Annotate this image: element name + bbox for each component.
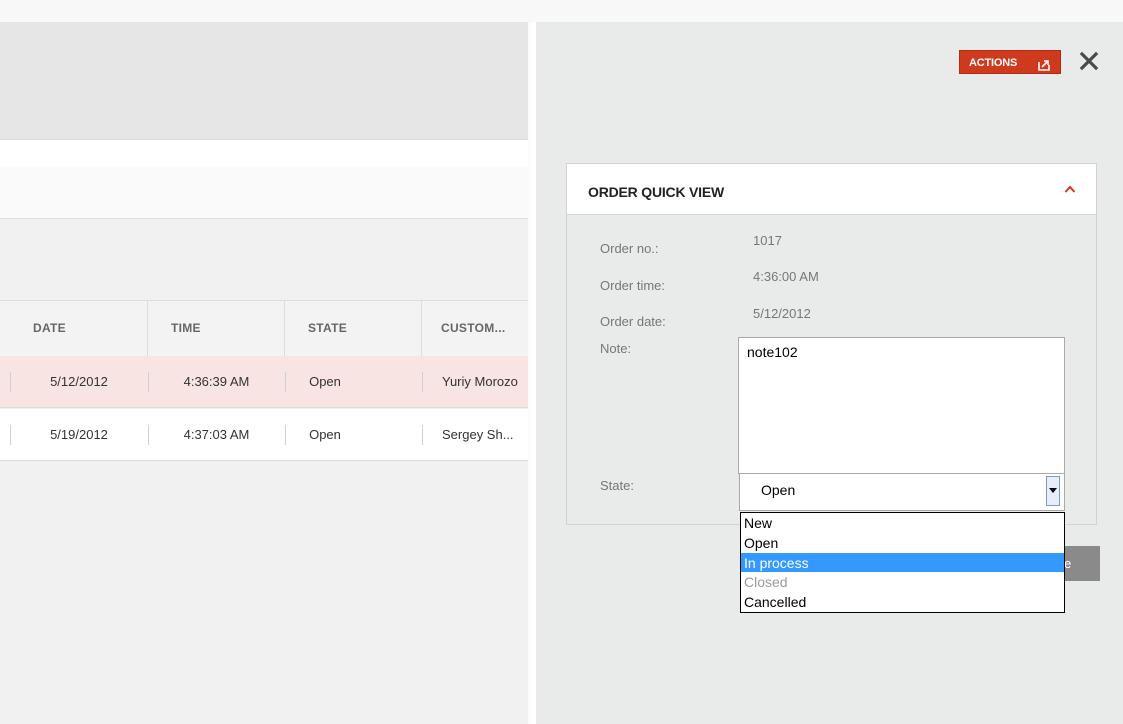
grid-header: DATE TIME STATE CUSTOM... <box>0 300 528 357</box>
table-row[interactable]: 5/12/2012 4:36:39 AM Open Yuriy Morozo <box>0 356 528 408</box>
cell-state: Open <box>309 427 341 442</box>
cell-time: 4:36:39 AM <box>183 374 250 389</box>
column-header-customer[interactable]: CUSTOM... <box>422 301 528 356</box>
table-row[interactable]: 5/19/2012 4:37:03 AM Open Sergey Sh... <box>0 409 528 461</box>
grid-body-area <box>0 219 528 724</box>
quick-view-title: ORDER QUICK VIEW <box>588 184 725 200</box>
cell-customer: Yuriy Morozo <box>442 374 518 389</box>
note-label: Note: <box>600 341 632 356</box>
quick-view-header[interactable]: ORDER QUICK VIEW <box>567 164 1096 215</box>
state-option-new[interactable]: New <box>741 513 1064 533</box>
order-time-value: 4:36:00 AM <box>753 269 819 284</box>
state-label: State: <box>600 478 634 493</box>
order-date-label: Order date: <box>600 314 666 329</box>
state-option-cancelled[interactable]: Cancelled <box>741 592 1064 612</box>
grid-toolbar <box>0 167 528 219</box>
column-header-time[interactable]: TIME <box>148 301 285 356</box>
grid-filter-bar <box>0 139 528 168</box>
column-header-date[interactable]: DATE <box>10 301 148 356</box>
actions-label: ACTIONS <box>969 57 1018 69</box>
state-option-open[interactable]: Open <box>741 533 1064 553</box>
cell-date: 5/19/2012 <box>50 427 108 442</box>
state-select[interactable]: Open <box>739 473 1065 511</box>
top-strip <box>0 0 1123 22</box>
dropdown-arrow-icon[interactable] <box>1046 476 1060 506</box>
column-separator <box>422 425 423 445</box>
order-date-value: 5/12/2012 <box>753 306 811 321</box>
state-option-closed: Closed <box>744 574 788 591</box>
chevron-up-icon[interactable] <box>1064 182 1076 193</box>
state-selected-value: Open <box>761 482 796 498</box>
column-header-state[interactable]: STATE <box>285 301 422 356</box>
order-no-value: 1017 <box>753 233 782 248</box>
cell-customer: Sergey Sh... <box>442 427 514 442</box>
actions-button[interactable]: ACTIONS <box>959 50 1061 74</box>
cell-time: 4:37:03 AM <box>183 427 250 442</box>
grid-page-header <box>0 22 528 139</box>
state-dropdown-list[interactable]: New Open In process Closed Cancelled <box>740 512 1065 613</box>
close-icon[interactable] <box>1077 49 1101 73</box>
column-separator <box>422 372 423 392</box>
order-no-label: Order no.: <box>600 241 659 256</box>
save-button-label: e <box>1064 556 1072 571</box>
order-time-label: Order time: <box>600 278 666 293</box>
note-textarea[interactable]: note102 <box>738 337 1065 474</box>
cell-state: Open <box>309 374 341 389</box>
export-icon <box>1038 56 1050 71</box>
cell-date: 5/12/2012 <box>50 374 108 389</box>
save-button[interactable]: e <box>1064 546 1100 581</box>
state-option-in-process[interactable]: In process <box>741 552 1064 573</box>
